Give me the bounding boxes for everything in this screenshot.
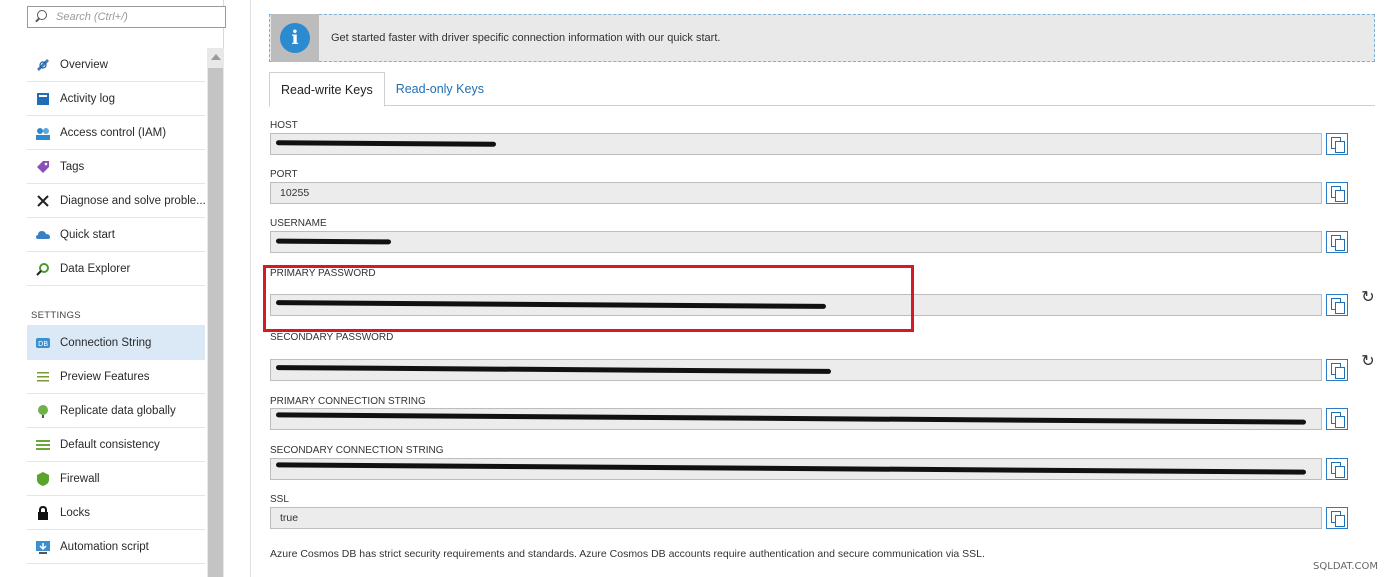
sidebar-item-label: Overview xyxy=(60,58,108,71)
sidebar-item-label: Automation script xyxy=(60,540,149,553)
sidebar-scrollbar[interactable] xyxy=(207,48,224,577)
sidebar-item-label: Replicate data globally xyxy=(60,404,176,417)
copy-primary-connection-string-button[interactable] xyxy=(1326,408,1348,430)
copy-primary-password-button[interactable] xyxy=(1326,294,1348,316)
redaction-mark xyxy=(275,238,392,245)
copy-icon xyxy=(1331,137,1345,153)
sidebar-item-connection-string[interactable]: DB Connection String xyxy=(27,326,205,360)
copy-icon xyxy=(1331,363,1345,379)
divider xyxy=(250,0,251,577)
copy-secondary-connection-string-button[interactable] xyxy=(1326,458,1348,480)
sidebar-item-preview-features[interactable]: Preview Features xyxy=(27,360,205,394)
svg-text:DB: DB xyxy=(38,340,48,348)
overview-icon xyxy=(35,57,51,73)
copy-icon xyxy=(1331,235,1345,251)
quick-start-banner[interactable]: i Get started faster with driver specifi… xyxy=(269,14,1375,62)
copy-ssl-button[interactable] xyxy=(1326,507,1348,529)
security-note: Azure Cosmos DB has strict security requ… xyxy=(270,548,985,560)
consistency-icon xyxy=(35,437,51,453)
tab-read-write-keys[interactable]: Read-write Keys xyxy=(269,72,385,107)
lock-icon xyxy=(35,505,51,521)
regenerate-primary-icon[interactable]: ↻ xyxy=(1359,288,1377,306)
banner-text: Get started faster with driver specific … xyxy=(331,32,721,44)
wrench-icon xyxy=(35,193,51,209)
info-icon-box: i xyxy=(271,14,319,62)
sidebar-item-label: Quick start xyxy=(60,228,115,241)
username-label: USERNAME xyxy=(270,218,327,229)
sidebar-item-data-explorer[interactable]: Data Explorer xyxy=(27,252,205,286)
host-field: HOST xyxy=(270,120,1350,155)
primary-connection-string-label: PRIMARY CONNECTION STRING xyxy=(270,396,426,407)
copy-icon xyxy=(1331,412,1345,428)
copy-icon xyxy=(1331,511,1345,527)
sidebar-item-firewall[interactable]: Firewall xyxy=(27,462,205,496)
sidebar-item-label: Firewall xyxy=(60,472,100,485)
sidebar-item-label: Activity log xyxy=(60,92,115,105)
sidebar: Overview Activity log Access control (IA… xyxy=(0,0,226,577)
sidebar-item-locks[interactable]: Locks xyxy=(27,496,205,530)
list-icon xyxy=(35,369,51,385)
copy-username-button[interactable] xyxy=(1326,231,1348,253)
search-box[interactable] xyxy=(27,6,226,28)
data-explorer-icon xyxy=(35,261,51,277)
sidebar-item-label: Preview Features xyxy=(60,370,150,383)
sidebar-item-default-consistency[interactable]: Default consistency xyxy=(27,428,205,462)
ssl-label: SSL xyxy=(270,494,289,505)
sidebar-item-iam[interactable]: Access control (IAM) xyxy=(27,116,205,150)
secondary-connection-string-label: SECONDARY CONNECTION STRING xyxy=(270,445,444,456)
sidebar-item-replicate[interactable]: Replicate data globally xyxy=(27,394,205,428)
copy-icon xyxy=(1331,186,1345,202)
ssl-field: SSL true xyxy=(270,494,1350,529)
secondary-password-label: SECONDARY PASSWORD xyxy=(270,332,394,343)
sidebar-item-tags[interactable]: Tags xyxy=(27,150,205,184)
shield-icon xyxy=(35,471,51,487)
activity-log-icon xyxy=(35,91,51,107)
username-value[interactable] xyxy=(270,231,1322,253)
cloud-icon xyxy=(35,227,51,243)
copy-secondary-password-button[interactable] xyxy=(1326,359,1348,381)
secondary-password-field: SECONDARY PASSWORD xyxy=(270,332,1350,381)
sidebar-item-quick-start[interactable]: Quick start xyxy=(27,218,205,252)
sidebar-item-label: Connection String xyxy=(60,336,152,349)
port-value[interactable]: 10255 xyxy=(270,182,1322,204)
primary-connection-string-field: PRIMARY CONNECTION STRING xyxy=(270,396,1350,430)
copy-icon xyxy=(1331,462,1345,478)
regenerate-secondary-icon[interactable]: ↻ xyxy=(1359,352,1377,370)
secondary-connection-string-field: SECONDARY CONNECTION STRING xyxy=(270,445,1350,480)
sidebar-item-label: Default consistency xyxy=(60,438,160,451)
sidebar-item-label: Diagnose and solve proble... xyxy=(60,194,205,207)
tag-icon xyxy=(35,159,51,175)
db-icon: DB xyxy=(35,335,51,351)
scrollbar-thumb[interactable] xyxy=(208,68,223,577)
sidebar-item-label: Tags xyxy=(60,160,85,173)
sidebar-item-label: Locks xyxy=(60,506,91,519)
globe-icon xyxy=(35,403,51,419)
sidebar-menu: Overview Activity log Access control (IA… xyxy=(27,48,205,564)
username-field: USERNAME xyxy=(270,218,1350,253)
ssl-value[interactable]: true xyxy=(270,507,1322,529)
copy-icon xyxy=(1331,298,1345,314)
iam-icon xyxy=(35,125,51,141)
sidebar-item-activity-log[interactable]: Activity log xyxy=(27,82,205,116)
port-label: PORT xyxy=(270,169,298,180)
sidebar-item-overview[interactable]: Overview xyxy=(27,48,205,82)
keys-tabs: Read-write Keys Read-only Keys xyxy=(269,72,1375,107)
sidebar-item-label: Access control (IAM) xyxy=(60,126,167,139)
download-icon xyxy=(35,539,51,555)
sidebar-item-automation-script[interactable]: Automation script xyxy=(27,530,205,564)
sidebar-item-diagnose[interactable]: Diagnose and solve proble... xyxy=(27,184,205,218)
search-icon xyxy=(34,10,48,24)
port-field: PORT 10255 xyxy=(270,169,1350,204)
highlight-box xyxy=(263,265,914,332)
scroll-up-arrow-icon[interactable] xyxy=(211,54,221,60)
copy-host-button[interactable] xyxy=(1326,133,1348,155)
info-icon: i xyxy=(280,23,310,53)
sidebar-item-label: Data Explorer xyxy=(60,262,131,275)
host-label: HOST xyxy=(270,120,298,131)
copy-port-button[interactable] xyxy=(1326,182,1348,204)
search-input[interactable] xyxy=(56,11,206,23)
tab-read-only-keys[interactable]: Read-only Keys xyxy=(385,72,495,106)
settings-section-label: SETTINGS xyxy=(27,298,205,326)
watermark: SQLDAT.COM xyxy=(1313,561,1378,572)
